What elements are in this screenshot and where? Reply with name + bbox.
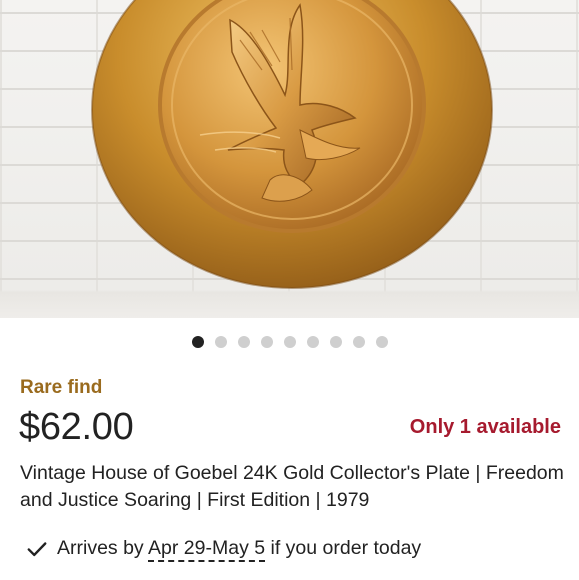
checkmark-icon (27, 541, 47, 556)
carousel-dot[interactable] (260, 336, 273, 348)
carousel-dot[interactable] (306, 336, 319, 348)
availability-status: Only 1 available (409, 416, 561, 438)
delivery-date-range[interactable]: Apr 29-May 5 (148, 537, 266, 562)
carousel-dot[interactable] (329, 336, 342, 348)
rare-find-badge: Rare find (20, 377, 103, 398)
product-image[interactable] (0, 0, 579, 318)
carousel-dot[interactable] (352, 336, 365, 348)
carousel-dot[interactable] (375, 336, 388, 348)
listing-title: Vintage House of Goebel 24K Gold Collect… (20, 462, 564, 511)
delivery-estimate: Arrives by Apr 29-May 5 if you order tod… (26, 537, 422, 562)
carousel-dot-active[interactable] (191, 336, 204, 348)
image-carousel-indicators[interactable] (0, 336, 579, 348)
price: $62.00 (19, 406, 134, 448)
delivery-suffix: if you order today (270, 537, 422, 559)
gold-plate-illustration (91, 0, 493, 289)
carousel-dot[interactable] (214, 336, 227, 348)
carousel-dot[interactable] (283, 336, 296, 348)
delivery-prefix: Arrives by (57, 537, 144, 559)
carousel-dot[interactable] (237, 336, 250, 348)
